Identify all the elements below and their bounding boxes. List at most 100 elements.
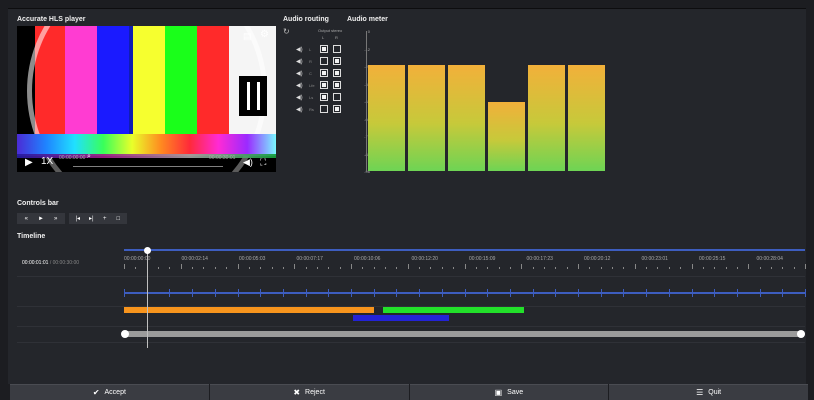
mark-in-button[interactable]: |◂ [71,215,84,222]
timeline-row-divider [17,342,805,343]
channel-label: C [309,71,312,76]
zoom-icon[interactable]: ⌕ [87,153,91,161]
timeline-tick [419,267,421,269]
timeline-tick [192,267,194,269]
waveform-tick [396,289,398,297]
timeline-label: 00:00:12:20 [411,256,438,262]
channel-label: R [309,59,312,64]
route-left-checkbox[interactable] [320,57,328,65]
volume-icon[interactable]: ◀) [243,157,253,168]
timeline-current: 00:00:01:01 [22,260,49,266]
timeline-segment[interactable] [124,307,374,313]
timeline-ruler[interactable] [124,249,805,251]
timeline-tick [680,267,682,269]
play-control-button[interactable]: ► [34,216,47,222]
timeline-tick [339,267,341,269]
route-right-checkbox[interactable] [333,57,341,65]
route-right-checkbox[interactable] [333,105,341,113]
reject-button[interactable]: ✖ Reject [209,384,409,400]
timeline-tick [736,267,738,269]
video-player[interactable]: ▤ ⚙ ▶ 1X 00:00:00:00 ⌕ 00:00:30:01 ◀) ⛶ [17,26,276,172]
playhead-handle[interactable] [144,247,151,254]
timeline-title: Timeline [17,233,46,240]
speaker-icon: ◀) [296,107,303,113]
speed-label[interactable]: 1X [41,156,53,167]
route-left-checkbox[interactable] [320,93,328,101]
timeline-total: 00:00:30:00 [52,260,80,266]
mark-out-button[interactable]: ▸| [85,215,98,222]
timeline-tick [430,267,432,269]
stop-button[interactable]: □ [112,216,125,222]
waveform-tick [169,289,171,297]
scrollbar-start-handle[interactable] [121,330,129,338]
timeline-tick [623,267,625,269]
route-left-checkbox[interactable] [320,45,328,53]
rewind-button[interactable]: « [20,216,33,222]
timeline-timecode: 00:00:01:01 / 00:00:30:00 [22,260,80,266]
add-segment-button[interactable]: + [98,216,111,222]
timeline-tick [226,267,228,269]
routing-row: ◀) Rs [296,105,346,115]
timeline-tick [260,267,262,269]
reset-icon[interactable]: ↻ [283,27,290,36]
waveform-tick [464,289,466,297]
accept-button[interactable]: ✔ Accept [10,384,209,400]
playhead[interactable] [147,252,148,348]
player-control-bar [17,154,276,172]
play-button[interactable]: ▶ [25,157,33,168]
route-left-checkbox[interactable] [320,81,328,89]
timeline-label: 00:00:20:12 [584,256,611,262]
timeline-tick [782,267,784,269]
timeline-tick [362,267,364,269]
timeline-segment[interactable] [353,315,449,321]
quit-button[interactable]: ☰ Quit [609,384,808,400]
waveform-tick [646,289,648,297]
waveform-tick [282,289,284,297]
route-right-checkbox[interactable] [333,45,341,53]
fullscreen-icon[interactable]: ⛶ [260,157,266,168]
route-right-checkbox[interactable] [333,69,341,77]
forward-button[interactable]: » [49,216,62,222]
meter-channel-bar [488,102,525,171]
routing-right-label: R [335,35,338,40]
meter-axis [366,31,367,172]
meter-channel-bar [528,64,565,171]
route-right-checkbox[interactable] [333,93,341,101]
timeline-tick [441,267,443,269]
timeline-tick [373,267,375,269]
current-timecode: 00:00:00:00 [59,155,86,161]
save-button[interactable]: ▣ Save [409,384,609,400]
timeline-row-divider [17,326,805,327]
cross-icon: ✖ [293,388,301,397]
speaker-icon: ◀) [296,95,303,101]
timeline-tick [646,267,648,269]
route-left-checkbox[interactable] [320,105,328,113]
timeline-tick [805,264,806,269]
timeline-label: 00:00:02:14 [181,256,208,262]
timeline-tick [521,264,523,269]
speaker-icon: ◀) [296,83,303,89]
channel-label: Lfe [309,83,315,88]
timeline-label: 00:00:07:17 [296,256,323,262]
timeline-tick [634,264,636,269]
timeline-tick [351,264,352,269]
channel-label: Ls [309,95,314,100]
route-right-checkbox[interactable] [333,81,341,89]
timeline-scrollbar[interactable] [124,331,805,337]
timeline-tick [328,267,330,269]
meter-channel-bar [408,64,445,171]
timeline-tick [385,267,387,269]
timeline-label: 00:00:17:23 [526,256,553,262]
duration-timecode: 00:00:30:01 [209,155,236,161]
route-left-checkbox[interactable] [320,69,328,77]
timeline-tick [124,264,125,269]
timeline-tick [498,267,500,269]
timeline-segment[interactable] [382,307,524,313]
gear-icon[interactable]: ⚙ [260,29,269,40]
rainbow-strip [17,134,276,156]
subtitles-icon[interactable]: ▤ [243,31,252,42]
waveform-tick [782,289,784,297]
scrollbar-end-handle[interactable] [797,330,805,338]
timeline-tick [464,264,466,269]
seek-bar[interactable] [73,166,223,167]
